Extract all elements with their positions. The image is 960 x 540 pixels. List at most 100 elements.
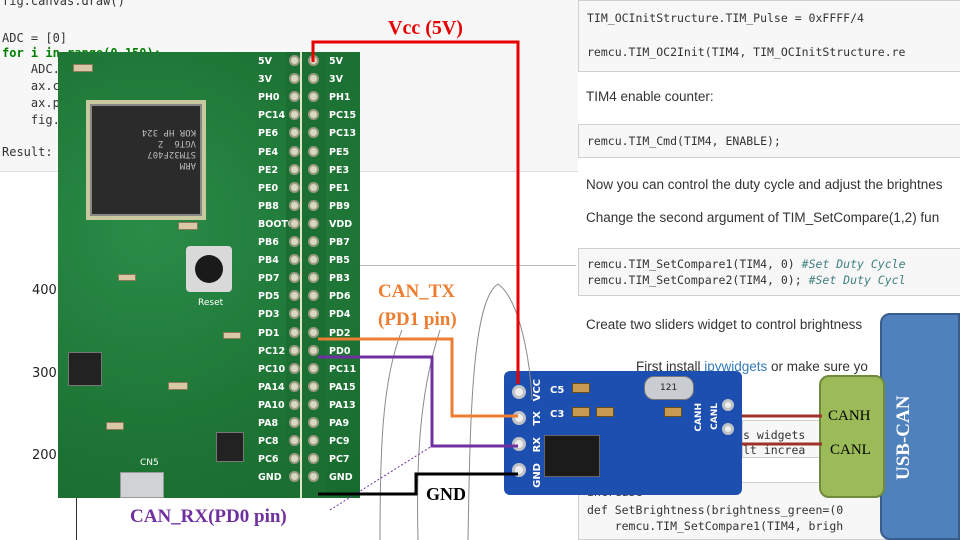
pin-label-left: PC8 xyxy=(258,436,279,448)
pin-label-left: PC12 xyxy=(258,345,286,357)
header-pin xyxy=(308,362,319,374)
pin-label-left: PH0 xyxy=(258,92,280,104)
header-pin xyxy=(289,163,300,175)
header-pin xyxy=(289,217,300,229)
capacitor xyxy=(572,407,590,417)
markdown-text: Now you can control the duty cycle and a… xyxy=(586,177,943,192)
pin-label-right: PD0 xyxy=(329,345,351,357)
code-line: ADC = [0] xyxy=(2,31,68,45)
code-line: s widgets xyxy=(743,428,806,442)
pin-label-right: PE1 xyxy=(329,182,350,194)
mcu-marking: ARM STM32F407 VGT6 Z KOR HP 324 xyxy=(141,127,196,170)
code-cell[interactable]: remcu.TIM_Cmd(TIM4, ENABLE); xyxy=(578,124,960,158)
pin-label-left: PB8 xyxy=(258,200,279,212)
code-line: fig. xyxy=(2,113,60,127)
cap-label-c5: C5 xyxy=(550,385,565,396)
can-tx-label: CAN_TX xyxy=(378,281,456,302)
y-tick-label: 400 xyxy=(32,283,57,298)
pin-label-right: PE5 xyxy=(329,146,350,158)
component xyxy=(168,382,188,390)
canh-label: CANH xyxy=(828,408,871,424)
pin-label-left: PD1 xyxy=(258,327,280,339)
pin-label-right: PC13 xyxy=(329,128,357,140)
header-pin xyxy=(289,199,300,211)
module-pin-tx xyxy=(512,411,526,425)
header-pin xyxy=(289,398,300,410)
pin-label-right: 3V xyxy=(329,74,343,86)
markdown-span: or make sure yo xyxy=(767,359,868,374)
can-tx-pin-label: (PD1 pin) xyxy=(378,309,457,330)
mcu-chip: ARM STM32F407 VGT6 Z KOR HP 324 xyxy=(90,104,202,216)
code-line: ax.p xyxy=(2,96,60,110)
pin-label-left: PA10 xyxy=(258,399,285,411)
code-comment: #Set Duty Cycle xyxy=(801,257,906,271)
capacitor xyxy=(664,407,682,417)
pin-label-right: PA15 xyxy=(329,381,356,393)
pin-label-right: PC7 xyxy=(329,454,350,466)
header-pin xyxy=(308,344,319,356)
code-cell[interactable]: TIM_OCInitStructure.TIM_Pulse = 0xFFFF/4… xyxy=(578,0,960,72)
component xyxy=(178,222,198,230)
header-pin xyxy=(308,181,319,193)
usb-can-title: USB-CAN xyxy=(893,395,914,480)
code-line: remcu.TIM_Cmd(TIM4, ENABLE); xyxy=(587,134,781,148)
header-pin xyxy=(289,417,300,428)
code-cell[interactable]: remcu.TIM_SetCompare1(TIM4, 0) #Set Duty… xyxy=(578,248,960,296)
header-pin xyxy=(308,163,319,175)
code-comment: #Set Duty Cycl xyxy=(808,273,906,287)
component xyxy=(118,274,136,281)
usb-port xyxy=(120,472,164,498)
pin-label-right: 5V xyxy=(329,56,343,67)
pin-label-right: PD6 xyxy=(329,291,351,303)
y-tick-label: 200 xyxy=(32,448,57,463)
code-line: ax.c xyxy=(2,79,60,93)
gnd-label: GND xyxy=(426,484,466,504)
module-pin-canh xyxy=(722,399,734,411)
module-pin-vcc xyxy=(512,385,526,399)
header-pin xyxy=(289,380,300,392)
module-pin-rx xyxy=(512,437,526,451)
pin-label-right: PD4 xyxy=(329,309,351,321)
module-pin-gnd xyxy=(512,463,526,477)
component xyxy=(106,422,124,430)
module-pin-canl xyxy=(722,423,734,435)
canl-label: CANL xyxy=(830,442,871,458)
pin-label-left: PD5 xyxy=(258,291,280,303)
code-line: fig.canvas.draw() xyxy=(2,0,125,8)
pin-label-right: PA9 xyxy=(329,418,350,429)
pin-label-left: PE4 xyxy=(258,146,279,158)
can-rx-label: CAN_RX(PD0 pin) xyxy=(130,506,287,527)
module-label-rx: RX xyxy=(532,437,543,453)
result-label: Result: xyxy=(2,145,53,159)
pin-label-right: PE3 xyxy=(329,164,350,176)
code-line: def SetBrightness(brightness_green=(0 xyxy=(587,503,844,517)
component xyxy=(223,332,241,339)
code-text: remcu.TIM_SetCompare1(TIM4, 0) xyxy=(587,257,802,271)
vcc-label: Vcc (5V) xyxy=(388,17,463,39)
code-line: remcu.TIM_SetCompare1(TIM4, 0) #Set Duty… xyxy=(587,257,906,271)
pin-label-right: PC9 xyxy=(329,436,350,448)
pin-label-left: PC10 xyxy=(258,363,286,375)
small-chip xyxy=(216,432,244,462)
pin-label-left: PA8 xyxy=(258,418,279,429)
code-line: remcu.TIM_SetCompare1(TIM4, brigh xyxy=(587,519,844,533)
pin-label-right: PH1 xyxy=(329,92,351,104)
capacitor xyxy=(596,407,614,417)
usb-can-adapter xyxy=(880,313,960,540)
header-pin xyxy=(308,380,319,392)
crystal-label: 121 xyxy=(660,383,678,393)
pin-label-left: PC6 xyxy=(258,454,279,466)
module-label-canl: CANL xyxy=(710,403,720,430)
header-pin xyxy=(308,145,319,157)
pin-label-left: PD7 xyxy=(258,273,280,285)
pin-label-left: PB4 xyxy=(258,255,279,267)
header-pin xyxy=(308,398,319,410)
pin-label-left: 5V xyxy=(258,56,272,67)
reset-button[interactable] xyxy=(186,246,232,292)
code-line: remcu.TIM_SetCompare2(TIM4, 0); #Set Dut… xyxy=(587,273,906,287)
pin-label-right: PC15 xyxy=(329,110,357,122)
pin-label-left: PE2 xyxy=(258,164,279,176)
pin-label-right: PD2 xyxy=(329,327,351,339)
pin-label-right: PC11 xyxy=(329,363,357,375)
pin-label-left: PD3 xyxy=(258,309,280,321)
